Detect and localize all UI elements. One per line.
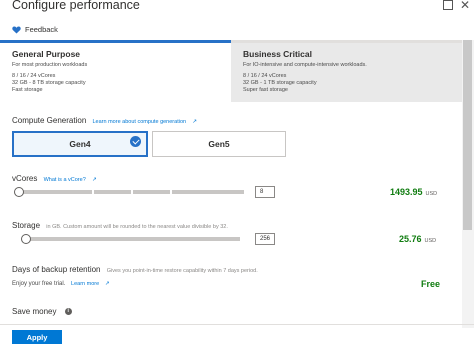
storage-slider-track[interactable]	[26, 237, 240, 241]
tier-name: Business Critical	[243, 49, 312, 59]
vcores-label: vCores	[12, 174, 38, 183]
backup-retention-hint: Gives you point-in-time restore capabili…	[106, 268, 258, 274]
vcores-slider-thumb[interactable]	[14, 187, 24, 197]
restore-icon[interactable]	[443, 0, 453, 10]
feedback-label: Feedback	[25, 25, 58, 34]
external-link-icon: ↗	[104, 281, 110, 287]
vcores-price-value: 1493.95	[390, 187, 423, 197]
storage-price-value: 25.76	[399, 234, 422, 244]
gen5-label: Gen5	[208, 139, 230, 149]
compute-generation-link[interactable]: Learn more about compute generation	[93, 119, 187, 125]
tier-line: 8 / 16 / 24 vCores	[243, 73, 287, 79]
checkmark-icon	[130, 136, 141, 147]
scrollbar-thumb[interactable]	[463, 40, 472, 230]
tier-line: 8 / 16 / 24 vCores	[12, 73, 56, 79]
footer-divider	[0, 324, 474, 325]
tier-selector: General Purpose For most production work…	[0, 40, 462, 102]
tier-line: Fast storage	[12, 87, 43, 93]
tier-description: For IO-intensive and compute-intensive w…	[243, 62, 367, 68]
window-title: Configure performance	[12, 0, 140, 12]
storage-hint: in GB. Custom amount will be rounded to …	[46, 224, 228, 230]
info-icon[interactable]: i	[64, 308, 72, 316]
close-icon[interactable]: ✕	[460, 0, 470, 11]
apply-button[interactable]: Apply	[12, 330, 62, 344]
gen4-label: Gen4	[69, 139, 91, 149]
external-link-icon: ↗	[192, 119, 197, 125]
slider-tick	[92, 190, 94, 194]
tier-line: Super fast storage	[243, 87, 288, 93]
tier-name: General Purpose	[12, 49, 81, 59]
feedback-link[interactable]: Feedback	[12, 25, 58, 34]
slider-tick	[170, 190, 172, 194]
compute-generation-label: Compute Generation	[12, 116, 87, 125]
tier-line: 32 GB - 1 TB storage capacity	[243, 80, 317, 86]
vcore-help-link[interactable]: What is a vCore?	[44, 177, 86, 183]
gen4-option[interactable]: Gen4	[12, 131, 148, 157]
vcores-price: 1493.95 USD	[390, 187, 437, 197]
storage-currency: USD	[424, 238, 437, 244]
external-link-icon: ↗	[92, 177, 97, 183]
gen5-option[interactable]: Gen5	[152, 131, 286, 157]
tier-general-purpose[interactable]: General Purpose For most production work…	[0, 40, 231, 102]
storage-price: 25.76 USD	[399, 234, 436, 244]
vcores-input[interactable]: 8	[255, 186, 275, 198]
backup-retention-label: Days of backup retention	[12, 265, 101, 274]
backup-price: Free	[421, 279, 441, 289]
tier-business-critical[interactable]: Business Critical For IO-intensive and c…	[231, 40, 462, 102]
tier-description: For most production workloads	[12, 62, 88, 68]
vcores-currency: USD	[425, 191, 438, 197]
save-money-label: Save money	[12, 307, 57, 316]
storage-label: Storage	[12, 221, 41, 230]
heart-icon	[12, 25, 21, 34]
free-trial-text: Enjoy your free trial.	[12, 281, 66, 287]
storage-input[interactable]: 256	[255, 233, 275, 245]
tier-line: 32 GB - 8 TB storage capacity	[12, 80, 86, 86]
slider-tick	[131, 190, 133, 194]
storage-slider-thumb[interactable]	[21, 234, 31, 244]
backup-learn-more-link[interactable]: Learn more	[71, 281, 99, 287]
